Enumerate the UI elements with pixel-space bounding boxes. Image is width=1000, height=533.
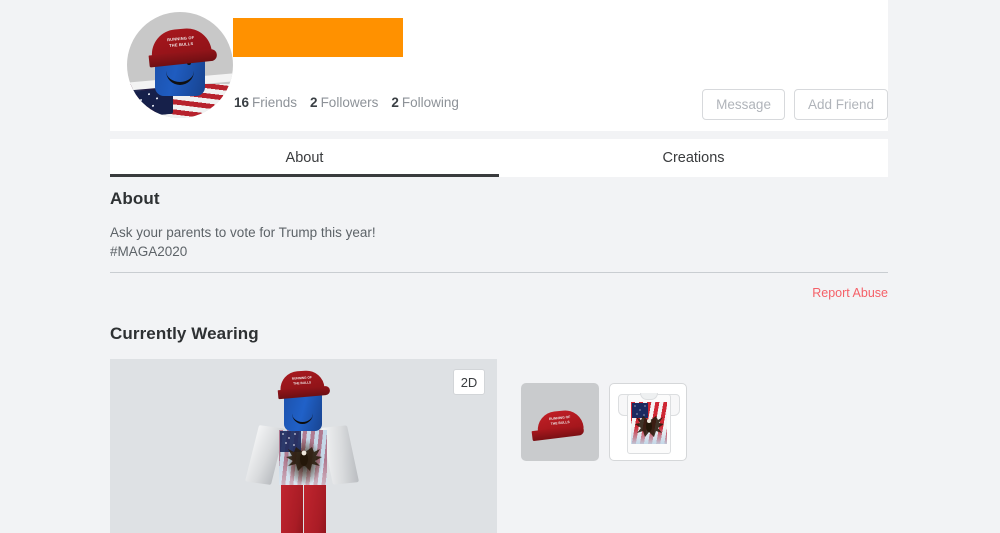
tshirt-icon xyxy=(618,390,680,454)
tshirt-flag-print xyxy=(631,402,667,444)
view-toggle-2d-button[interactable]: 2D xyxy=(453,369,485,395)
currently-wearing-heading: Currently Wearing xyxy=(110,324,259,343)
stat-friends-count: 16 xyxy=(234,95,250,110)
avatar-full-body: RUNNING OF THE BULLS xyxy=(228,369,388,533)
about-section: About Ask your parents to vote for Trump… xyxy=(110,177,888,302)
stat-friends-label: Friends xyxy=(252,95,298,110)
profile-stats: 16 Friends 2 Followers 2 Following xyxy=(234,95,472,110)
stat-followers[interactable]: 2 Followers xyxy=(310,95,378,110)
currently-wearing-body: 2D RUNNING OF THE BULLS RUNNING OF THE B… xyxy=(110,359,888,533)
stat-following-count: 2 xyxy=(391,95,399,110)
about-heading: About xyxy=(110,189,160,208)
report-abuse-link[interactable]: Report Abuse xyxy=(812,286,888,300)
currently-wearing-section: Currently Wearing 2D RUNNING OF THE BULL… xyxy=(110,324,888,533)
stat-following[interactable]: 2 Following xyxy=(391,95,459,110)
bio-line-2: #MAGA2020 xyxy=(110,244,188,259)
stat-following-label: Following xyxy=(401,95,459,110)
add-friend-button[interactable]: Add Friend xyxy=(793,89,888,120)
item-eagle-tshirt[interactable] xyxy=(609,383,687,461)
stat-followers-count: 2 xyxy=(310,95,318,110)
item-red-cap[interactable]: RUNNING OF THE BULLS xyxy=(521,383,599,461)
tshirt-print-eagle xyxy=(635,416,664,437)
stat-friends[interactable]: 16 Friends xyxy=(234,95,297,110)
profile-tabs: About Creations xyxy=(110,139,888,177)
bio-line-1: Ask your parents to vote for Trump this … xyxy=(110,225,376,240)
content-container: RUNNING OF THE BULLS 16 Friends 2 Followers… xyxy=(110,0,888,533)
message-button[interactable]: Message xyxy=(702,89,785,120)
avatar-leg-left xyxy=(281,483,303,533)
avatar[interactable]: RUNNING OF THE BULLS xyxy=(127,12,233,118)
avatar-viewport[interactable]: 2D RUNNING OF THE BULLS xyxy=(110,359,497,533)
avatar-leg-right xyxy=(304,483,326,533)
tab-about[interactable]: About xyxy=(110,139,499,177)
username-redaction-bar xyxy=(233,18,403,57)
profile-page: RUNNING OF THE BULLS 16 Friends 2 Followers… xyxy=(0,0,1000,533)
about-bio: Ask your parents to vote for Trump this … xyxy=(110,223,888,261)
header-action-buttons: Message Add Friend xyxy=(702,89,888,120)
stat-followers-label: Followers xyxy=(320,95,379,110)
avatar-artwork: RUNNING OF THE BULLS xyxy=(127,12,233,118)
avatar-torso-eagle xyxy=(286,447,322,471)
report-abuse-row: Report Abuse xyxy=(110,273,888,302)
tab-creations[interactable]: Creations xyxy=(499,139,888,177)
worn-items-list: RUNNING OF THE BULLS xyxy=(497,359,687,533)
profile-header-card: RUNNING OF THE BULLS 16 Friends 2 Followers… xyxy=(110,0,888,131)
